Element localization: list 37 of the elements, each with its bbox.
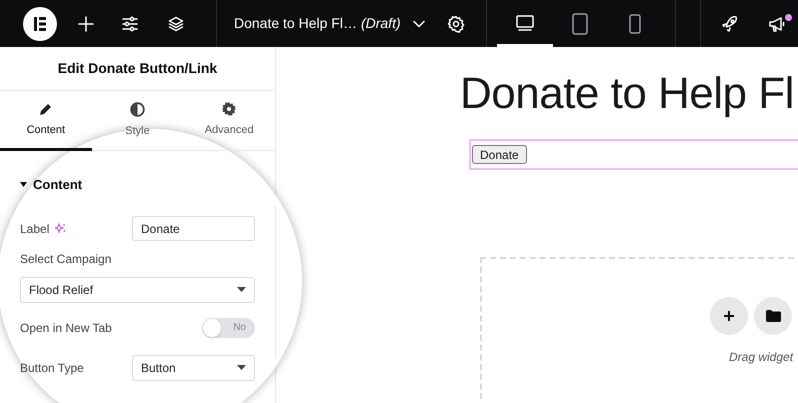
donate-button[interactable]: Donate xyxy=(472,145,527,164)
sliders-icon[interactable] xyxy=(122,16,138,32)
add-section-button[interactable] xyxy=(710,297,748,335)
panel-tab[interactable]: Advanced xyxy=(183,91,276,150)
section-header[interactable]: Content xyxy=(20,175,255,194)
rocket-icon[interactable] xyxy=(720,14,739,32)
select-field[interactable]: Flood Relief xyxy=(20,276,255,302)
panel-tab[interactable]: Style xyxy=(92,91,184,150)
plus-icon xyxy=(723,310,735,322)
folder-icon xyxy=(766,310,780,322)
layers-icon[interactable] xyxy=(168,16,184,32)
add-icon[interactable] xyxy=(78,16,94,32)
panel-title: Edit Donate Button/Link xyxy=(0,47,275,91)
caret-icon xyxy=(237,287,246,292)
select-field[interactable]: Button xyxy=(132,354,255,380)
field-label: Select Campaign xyxy=(20,250,112,268)
panel-tab[interactable]: Content xyxy=(0,91,92,150)
desktop-icon xyxy=(516,15,534,32)
caret-icon xyxy=(237,365,246,370)
gear-icon xyxy=(222,102,236,116)
pencil-icon xyxy=(38,102,53,116)
chevron-down-icon[interactable] xyxy=(412,20,425,28)
settings-icon[interactable] xyxy=(446,14,465,32)
field-label: Button Type xyxy=(20,360,84,376)
tablet-icon xyxy=(572,12,588,34)
caret-icon xyxy=(20,182,27,188)
logo-icon[interactable] xyxy=(23,6,57,40)
mobile-icon xyxy=(629,14,642,34)
sparkle-icon[interactable] xyxy=(55,223,66,234)
label-input[interactable]: Donate xyxy=(132,216,255,241)
contrast-icon xyxy=(130,102,145,117)
drop-hint: Drag widget xyxy=(729,349,794,366)
field-label: Open in New Tab xyxy=(20,320,112,336)
page-title[interactable]: Donate to Help Fl… (Draft) xyxy=(234,13,401,34)
template-library-button[interactable] xyxy=(754,297,792,335)
page-heading: Donate to Help Fl xyxy=(460,68,794,120)
field-label: Label xyxy=(20,220,50,238)
